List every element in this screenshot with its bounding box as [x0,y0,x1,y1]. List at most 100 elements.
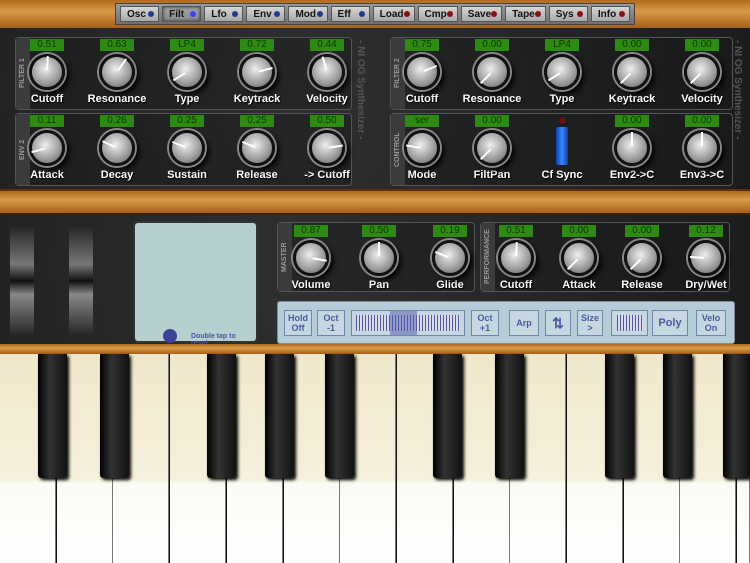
keyboard-range-handle[interactable] [390,311,418,335]
mod-wheel[interactable] [69,225,93,337]
size-button[interactable]: Size > [577,310,603,336]
knob-dial[interactable] [99,130,135,166]
black-key[interactable] [723,354,750,478]
knob-dial[interactable] [474,54,510,90]
menu-button-save[interactable]: Save [460,6,503,22]
menu-button-osc[interactable]: Osc [120,6,160,22]
filtpan-knob[interactable]: 0.00 FiltPan [457,115,527,181]
black-key[interactable] [207,354,236,478]
cutoff-knob[interactable]: 0.75 Cutoff [387,39,457,105]
knob-dial[interactable] [474,130,510,166]
menu-button-filt[interactable]: Filt [162,6,202,22]
cutoff-knob[interactable]: 0.50 -> Cutoff [292,115,362,181]
dry-wet-knob[interactable]: 0.12 Dry/Wet [671,225,741,291]
resonance-knob[interactable]: 0.63 Resonance [82,39,152,105]
menu-button-tape[interactable]: Tape [505,6,546,22]
black-key[interactable] [605,354,634,478]
cutoff-knob[interactable]: 0.51 Cutoff [481,225,551,291]
resonance-knob[interactable]: 0.00 Resonance [457,39,527,105]
black-key[interactable] [265,354,294,478]
menu-button-lfo[interactable]: Lfo [204,6,244,22]
knob-dial[interactable] [684,54,720,90]
knob-pointer [566,258,579,271]
knob-dial[interactable] [29,130,65,166]
knob-dial[interactable] [309,130,345,166]
release-knob[interactable]: 0.00 Release [607,225,677,291]
type-knob[interactable]: LP4 Type [152,39,222,105]
sync-toggle[interactable] [556,127,568,165]
keytrack-knob[interactable]: 0.00 Keytrack [597,39,667,105]
decay-knob[interactable]: 0.26 Decay [82,115,152,181]
black-key[interactable] [663,354,692,478]
black-key[interactable] [325,354,354,478]
knob-dial[interactable] [169,130,205,166]
menu-button-info[interactable]: Info [590,6,630,22]
octave-down-button[interactable]: Oct -1 [317,310,345,336]
velocity-knob[interactable]: 0.00 Velocity [667,39,737,105]
env3-c-knob[interactable]: 0.00 Env3->C [667,115,737,181]
knob-dial[interactable] [432,240,468,276]
env2-c-knob[interactable]: 0.00 Env2->C [597,115,667,181]
velocity-button[interactable]: Velo On [696,310,726,336]
menu-button-load[interactable]: Load [372,6,415,22]
value-display: 0.63 [100,39,134,51]
black-key[interactable] [38,354,67,478]
value-display: 0.00 [625,225,659,237]
knob-dial[interactable] [614,54,650,90]
knob-pointer [241,140,256,149]
keytrack-knob[interactable]: 0.72 Keytrack [222,39,292,105]
knob-dial[interactable] [404,54,440,90]
hold-button[interactable]: Hold Off [284,310,312,336]
knob-dial[interactable] [169,54,205,90]
knob-dial[interactable] [684,130,720,166]
release-knob[interactable]: 0.25 Release [222,115,292,181]
attack-knob[interactable]: 0.11 Attack [12,115,82,181]
black-key[interactable] [433,354,462,478]
menu-button-cmp[interactable]: Cmp [417,6,458,22]
attack-knob[interactable]: 0.00 Attack [544,225,614,291]
led-icon [534,11,541,17]
pitch-wheel[interactable] [10,225,34,337]
knob-dial[interactable] [309,54,345,90]
type-knob[interactable]: LP4 Type [527,39,597,105]
poly-button[interactable]: Poly [652,310,688,336]
cf-sync-switch[interactable]: Cf Sync [527,115,597,181]
mode-knob[interactable]: ser Mode [387,115,457,181]
velocity-knob[interactable]: 0.44 Velocity [292,39,362,105]
sustain-knob[interactable]: 0.25 Sustain [152,115,222,181]
knob-dial[interactable] [544,54,580,90]
knob-label: Pan [368,279,390,291]
menu-button-mod[interactable]: Mod [288,6,328,22]
glide-knob[interactable]: 0.19 Glide [415,225,485,291]
arp-button[interactable]: Arp [509,310,539,336]
knob-dial[interactable] [361,240,397,276]
knob-dial[interactable] [239,54,275,90]
menu-button-env[interactable]: Env [246,6,286,22]
knob-dial[interactable] [239,130,275,166]
knob-dial[interactable] [404,130,440,166]
knob-dial[interactable] [293,240,329,276]
knob-dial[interactable] [614,130,650,166]
xy-pad[interactable]: Double tap to reset. [133,221,258,347]
keyboard-range-slider[interactable] [351,310,465,336]
knob-label: Resonance [87,93,147,105]
knob-dial[interactable] [624,240,660,276]
menu-button-sys[interactable]: Sys [548,6,588,22]
knob-label: Type [549,93,575,105]
knob-dial[interactable] [688,240,724,276]
xy-pad-cursor[interactable] [163,329,177,343]
knob-dial[interactable] [561,240,597,276]
octave-up-button[interactable]: Oct +1 [471,310,499,336]
knob-dial[interactable] [498,240,534,276]
menu-button-eff[interactable]: Eff [330,6,370,22]
swap-keyboard-icon[interactable]: ⇅ [545,310,571,336]
pan-knob[interactable]: 0.50 Pan [344,225,414,291]
knob-pointer [117,58,128,71]
dual-keyboard-icon[interactable] [611,310,648,336]
knob-dial[interactable] [99,54,135,90]
black-key[interactable] [100,354,129,478]
volume-knob[interactable]: 0.87 Volume [276,225,346,291]
knob-dial[interactable] [29,54,65,90]
black-key[interactable] [495,354,524,478]
cutoff-knob[interactable]: 0.51 Cutoff [12,39,82,105]
